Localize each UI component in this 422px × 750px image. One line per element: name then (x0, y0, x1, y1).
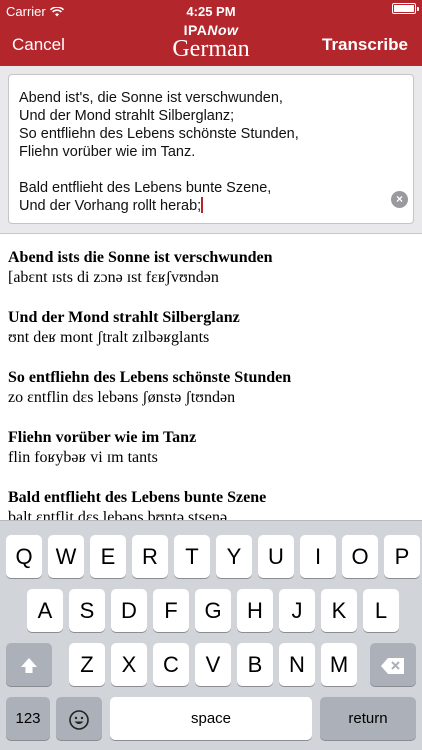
key-x[interactable]: X (111, 643, 147, 686)
key-q[interactable]: Q (6, 535, 42, 578)
key-n[interactable]: N (279, 643, 315, 686)
transcribe-button[interactable]: Transcribe (322, 35, 408, 55)
ipa-transcription: flin foʁybəʁ vi ɪm tants (8, 449, 158, 466)
status-time: 4:25 PM (186, 4, 236, 19)
source-line: So entfliehn des Lebens schönste Stunden (8, 369, 292, 386)
clear-text-icon[interactable]: × (391, 191, 408, 208)
source-line: Und der Mond strahlt Silberglanz (8, 309, 240, 326)
key-a[interactable]: A (27, 589, 63, 632)
space-key[interactable]: space (110, 697, 312, 740)
emoji-key[interactable] (56, 697, 102, 740)
key-c[interactable]: C (153, 643, 189, 686)
text-input-line: Und der Vorhang rollt herab; (19, 197, 204, 214)
key-t[interactable]: T (174, 535, 210, 578)
key-v[interactable]: V (195, 643, 231, 686)
source-line: Bald entflieht des Lebens bunte Szene (8, 489, 267, 506)
ipa-transcription: [abɛnt ɪsts di zɔnə ɪst fɛʁʃvʊndən (8, 269, 219, 286)
source-line: Abend ists die Sonne ist verschwunden (8, 249, 273, 266)
list-item: Und der Mond strahlt Silberglanz ʊnt deʁ … (8, 308, 414, 348)
text-input-line (19, 161, 403, 179)
key-r[interactable]: R (132, 535, 168, 578)
transcription-list: Abend ists die Sonne ist verschwunden [ab… (0, 234, 422, 520)
text-input-line: Abend ist's, die Sonne ist verschwunden, (19, 90, 283, 106)
shift-key[interactable] (6, 643, 52, 686)
key-d[interactable]: D (111, 589, 147, 632)
list-item: Abend ists die Sonne ist verschwunden [ab… (8, 248, 414, 288)
key-i[interactable]: I (300, 535, 336, 578)
shift-icon (21, 658, 37, 673)
source-line: Fliehn vorüber wie im Tanz (8, 429, 197, 446)
list-item: Bald entflieht des Lebens bunte Szene bal… (8, 488, 414, 520)
key-l[interactable]: L (363, 589, 399, 632)
key-g[interactable]: G (195, 589, 231, 632)
text-input[interactable]: Abend ist's, die Sonne ist verschwunden,… (8, 74, 414, 224)
text-input-line: Bald entflieht des Lebens bunte Szene, (19, 180, 272, 196)
key-z[interactable]: Z (69, 643, 105, 686)
key-m[interactable]: M (321, 643, 357, 686)
key-e[interactable]: E (90, 535, 126, 578)
battery-indicator (392, 3, 419, 14)
key-w[interactable]: W (48, 535, 84, 578)
status-bar: Carrier 4:25 PM (0, 0, 422, 22)
emoji-icon (69, 710, 89, 730)
key-y[interactable]: Y (216, 535, 252, 578)
keyboard: Q W E R T Y U I O P A S D F G H J K L Z X C V B N M 123 space return (0, 520, 422, 750)
key-u[interactable]: U (258, 535, 294, 578)
key-k[interactable]: K (321, 589, 357, 632)
text-input-line: Und der Mond strahlt Silberglanz; (19, 108, 235, 124)
delete-key[interactable] (370, 643, 416, 686)
ipa-transcription: ʊnt deʁ mont ʃtralt zɪlbəʁglants (8, 329, 210, 346)
ipa-transcription: zo ɛntflin dɛs lebəns ʃønstə ʃtʊndən (8, 389, 236, 406)
key-o[interactable]: O (342, 535, 378, 578)
text-input-line: So entfliehn des Lebens schönste Stunden… (19, 126, 299, 142)
numbers-key[interactable]: 123 (6, 697, 50, 740)
battery-icon (392, 3, 419, 14)
text-cursor (201, 197, 204, 213)
key-f[interactable]: F (153, 589, 189, 632)
navigation-bar: Carrier 4:25 PM Cancel IPANow German Tra… (0, 0, 422, 66)
key-h[interactable]: H (237, 589, 273, 632)
text-input-line: Fliehn vorüber wie im Tanz. (19, 144, 196, 160)
delete-icon (381, 658, 404, 674)
key-j[interactable]: J (279, 589, 315, 632)
list-item: So entfliehn des Lebens schönste Stunden… (8, 368, 414, 408)
list-item: Fliehn vorüber wie im Tanz flin foʁybəʁ v… (8, 428, 414, 468)
input-panel: Abend ist's, die Sonne ist verschwunden,… (0, 66, 422, 234)
ipa-transcription: balt ɛntflit dɛs lebəns bʊntə stsenə (8, 509, 228, 520)
key-s[interactable]: S (69, 589, 105, 632)
return-key[interactable]: return (320, 697, 416, 740)
key-p[interactable]: P (384, 535, 420, 578)
key-b[interactable]: B (237, 643, 273, 686)
